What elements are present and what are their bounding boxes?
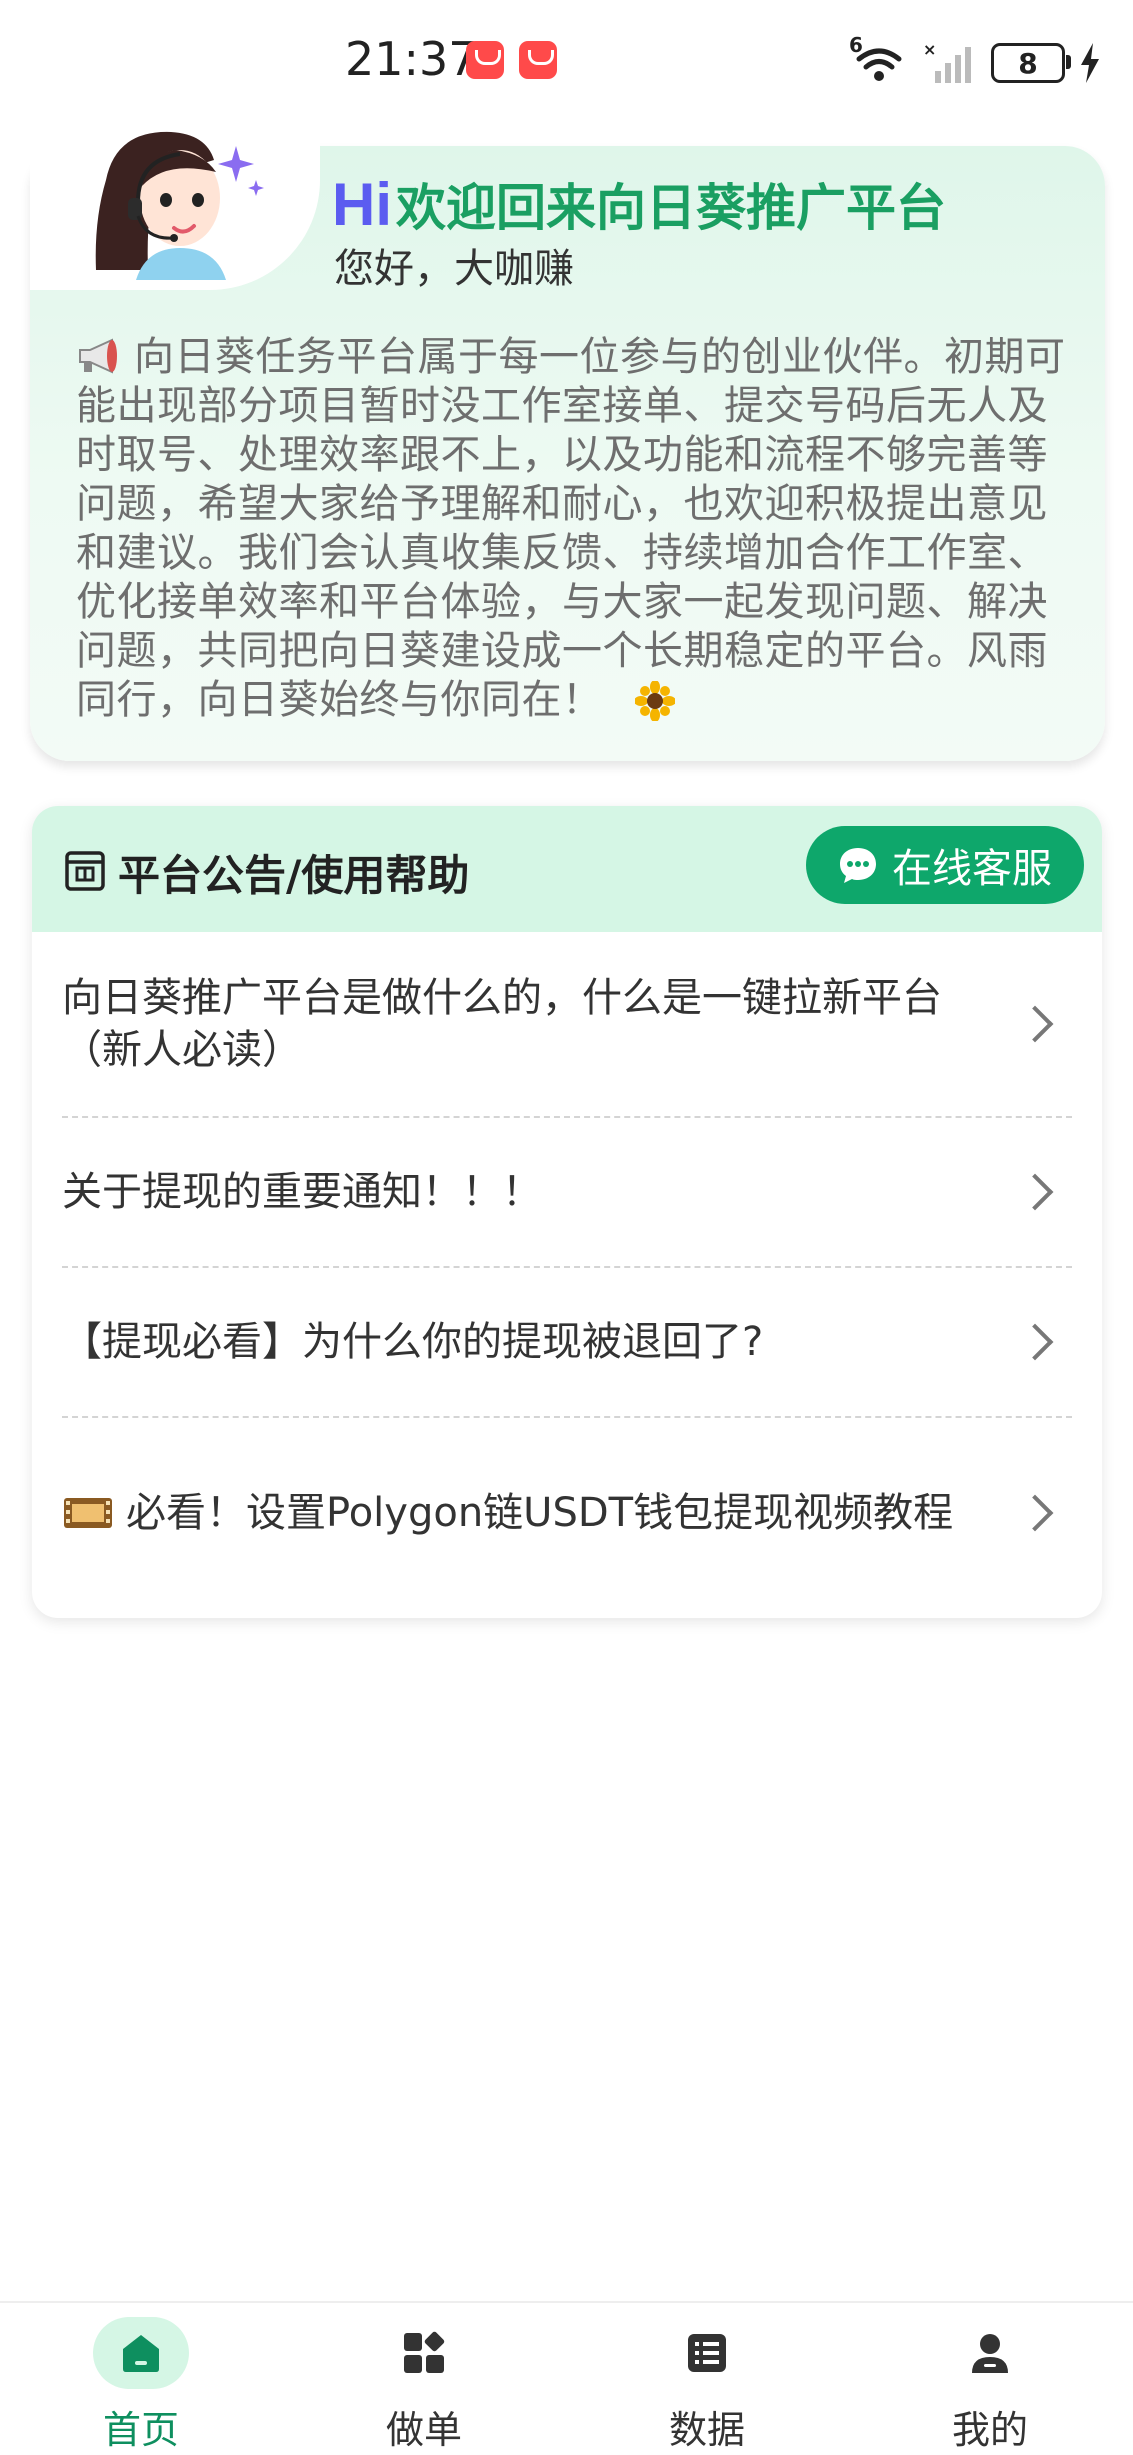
notice-item[interactable]: 向日葵推广平台是做什么的，什么是一键拉新平台（新人必读） — [62, 932, 1072, 1118]
nav-label: 做单 — [385, 2408, 462, 2452]
status-bar: 21:37 6 × 8 — [0, 0, 1133, 120]
sunflower-icon — [633, 680, 676, 722]
notice-item-text: 【提现必看】为什么你的提现被退回了? — [62, 1319, 764, 1365]
megaphone-icon — [76, 336, 124, 376]
wifi-icon: 6 — [849, 33, 907, 85]
notice-item-text-wrap: 必看！设置Polygon链USDT钱包提现视频教程 — [62, 1487, 992, 1539]
notice-title: 平台公告/使用帮助 — [118, 851, 470, 900]
hi-label: Hi — [332, 171, 392, 238]
nav-item-mine[interactable]: 我的 — [890, 2303, 1090, 2455]
notice-item[interactable]: 必看！设置Polygon链USDT钱包提现视频教程 — [62, 1418, 1072, 1608]
notice-header: 平台公告/使用帮助 在线客服 — [32, 806, 1102, 932]
notice-card: 平台公告/使用帮助 在线客服 向日葵推广平台是做什么的，什么是一键拉新平台（新人… — [32, 806, 1102, 1618]
notice-list: 向日葵推广平台是做什么的，什么是一键拉新平台（新人必读） 关于提现的重要通知！！… — [62, 932, 1072, 1608]
nav-item-data[interactable]: 数据 — [607, 2303, 807, 2455]
battery-icon: 8 — [991, 43, 1071, 83]
signal-icon: × — [921, 40, 977, 85]
nav-item-orders[interactable]: 做单 — [324, 2303, 524, 2455]
charging-icon — [1079, 43, 1101, 83]
battery-level: 8 — [1018, 46, 1038, 80]
customer-service-avatar-icon — [76, 120, 276, 280]
online-service-label: 在线客服 — [892, 846, 1052, 892]
welcome-greeting: 您好，大咖赚 — [334, 246, 574, 292]
welcome-title: Hi欢迎回来向日葵推广平台 — [332, 168, 946, 240]
nav-label: 数据 — [668, 2408, 745, 2452]
film-icon — [62, 1492, 114, 1532]
status-indicators: 6 × 8 — [849, 33, 1101, 88]
chat-icon — [838, 845, 878, 885]
chevron-right-icon — [1016, 1494, 1054, 1532]
welcome-message-text: 向日葵任务平台属于每一位参与的创业伙伴。初期可能出现部分项目暂时没工作室接单、提… — [76, 334, 1066, 723]
nav-label: 我的 — [951, 2408, 1028, 2452]
chevron-right-icon — [1016, 1005, 1054, 1043]
svg-text:×: × — [923, 41, 936, 59]
online-service-button[interactable]: 在线客服 — [806, 826, 1084, 904]
huawei-app-icon — [466, 41, 504, 79]
home-icon — [93, 2317, 189, 2389]
nav-item-home[interactable]: 首页 — [41, 2303, 241, 2455]
notice-item-text: 必看！设置Polygon链USDT钱包提现视频教程 — [126, 1490, 954, 1536]
notice-item-text: 向日葵推广平台是做什么的，什么是一键拉新平台（新人必读） — [62, 975, 942, 1073]
huawei-app-icon — [519, 41, 557, 79]
notice-board-icon — [64, 848, 106, 892]
status-time: 21:37 — [345, 32, 478, 86]
grid-icon — [376, 2317, 472, 2389]
user-icon — [942, 2317, 1038, 2389]
welcome-message: 向日葵任务平台属于每一位参与的创业伙伴。初期可能出现部分项目暂时没工作室接单、提… — [76, 333, 1066, 725]
chevron-right-icon — [1016, 1173, 1054, 1211]
notice-item[interactable]: 【提现必看】为什么你的提现被退回了? — [62, 1268, 1072, 1418]
list-icon — [659, 2317, 755, 2389]
welcome-title-text: 欢迎回来向日葵推广平台 — [396, 179, 946, 237]
nav-label: 首页 — [102, 2408, 179, 2452]
notice-item[interactable]: 关于提现的重要通知！！！ — [62, 1118, 1072, 1268]
notice-item-text: 关于提现的重要通知！！！ — [62, 1169, 542, 1215]
bottom-nav: 首页 做单 数据 我的 — [0, 2301, 1133, 2455]
network-type-label: 6 — [849, 33, 863, 57]
chevron-right-icon — [1016, 1323, 1054, 1361]
